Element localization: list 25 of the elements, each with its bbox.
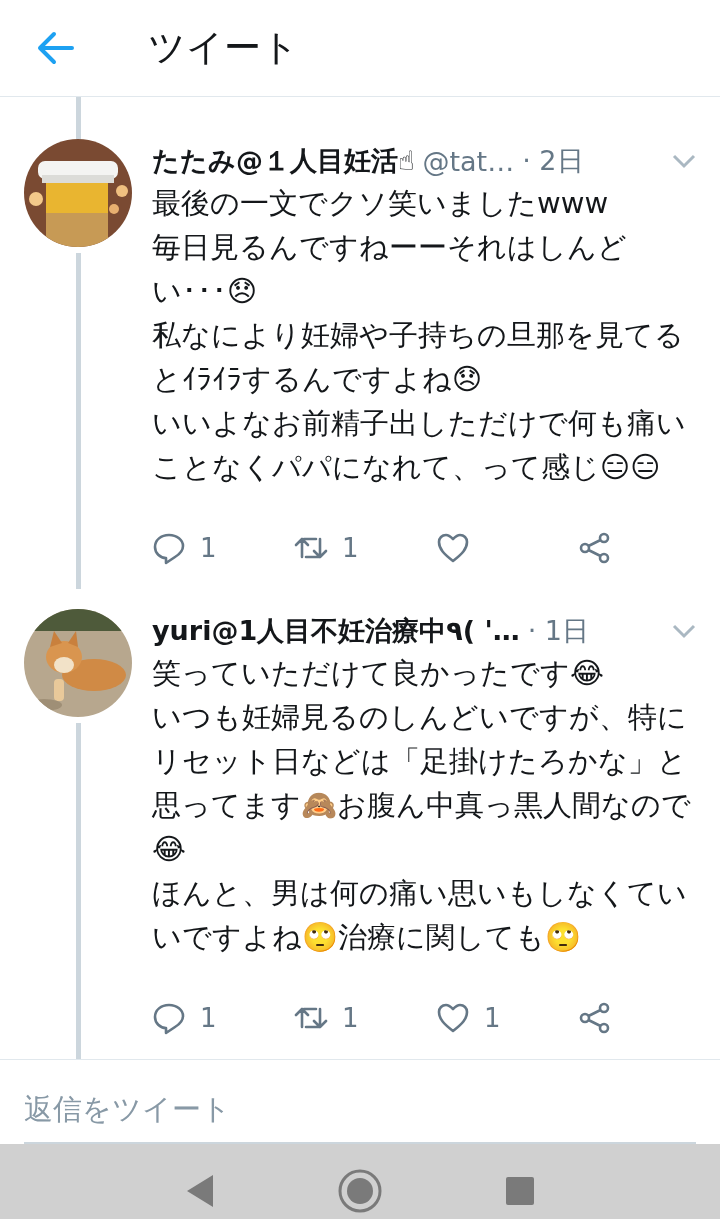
tweet-time: · 1日 <box>527 614 590 648</box>
reply-icon[interactable] <box>152 1001 186 1035</box>
tweet-text: ほんと、男は何の痛い思いもしなくていいですよね🙄治療に関しても🙄 <box>152 875 688 956</box>
share-icon[interactable] <box>578 531 612 565</box>
tweet-text: 笑っていただけて良かったです😂 <box>152 655 605 692</box>
tweet-time: · 2日 <box>522 144 584 178</box>
heart-icon[interactable] <box>436 1001 470 1035</box>
reply-count: 1 <box>200 1003 217 1033</box>
home-icon[interactable] <box>337 1168 383 1214</box>
tweet-text: 毎日見るんですねーーそれはしんどい･･･😞 <box>152 229 628 310</box>
tweet-text: いつも妊婦見るのしんどいですが、特にリセット日などは「足掛けたろかな」と思ってます🙈お腹ん中真っ黒人間なので😂 <box>152 699 692 868</box>
heart-icon[interactable] <box>436 531 470 565</box>
like-count: 1 <box>484 1003 501 1033</box>
tweet-text: いいよなお前精子出しただけで何も痛いことなくパパになれて、って感じ😑😑 <box>152 405 687 486</box>
share-icon[interactable] <box>578 1001 612 1035</box>
reply-icon[interactable] <box>152 531 186 565</box>
user-handle: @tat… <box>422 145 515 177</box>
user-name[interactable]: たたみ@１人目妊活☝ <box>152 143 415 179</box>
retweet-count: 1 <box>342 1003 359 1033</box>
page-title: ツイート <box>148 25 299 71</box>
retweet-count: 1 <box>342 533 359 563</box>
user-name[interactable]: yuri@1人目不妊治療中٩( '… <box>152 613 520 649</box>
tweet-text: 最後の一文でクソ笑いましたwww <box>152 185 610 222</box>
reply-count: 1 <box>200 533 217 563</box>
tweet-text: 私なにより妊婦や子持ちの旦那を見てるとｲﾗｲﾗするんですよね😞 <box>152 317 685 398</box>
